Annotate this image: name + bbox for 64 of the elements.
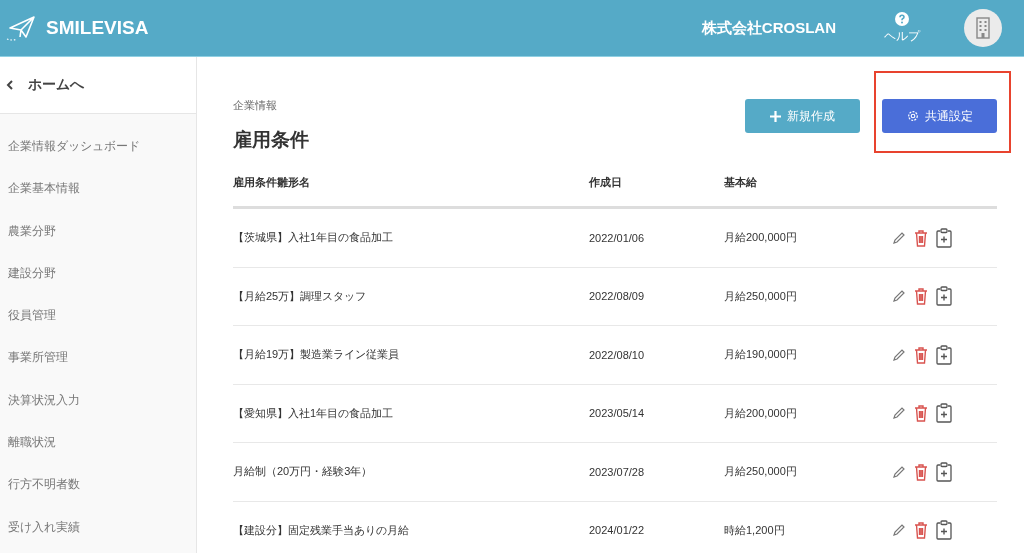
column-header: 基本給: [724, 175, 758, 190]
settings-button[interactable]: 共通設定: [882, 99, 997, 133]
pencil-icon[interactable]: [892, 406, 906, 421]
table-cell-text: 【月給25万】調理スタッフ: [233, 288, 368, 304]
home-link[interactable]: ホームへ: [0, 57, 196, 114]
table-cell-text: 2022/08/10: [589, 348, 646, 361]
trash-icon[interactable]: [914, 287, 928, 306]
clipboard-plus-icon[interactable]: [936, 403, 952, 424]
sidebar-item[interactable]: 農業分野: [0, 209, 196, 252]
table-cell-text: 月給190,000円: [724, 347, 798, 363]
table-cell-text: 【愛知県】入社1年目の食品加工: [233, 405, 395, 421]
table-cell-text: 時給1,200円: [724, 522, 786, 538]
table-cell-text: 2022/08/09: [589, 290, 646, 303]
table-cell-text: 【茨城県】入社1年目の食品加工: [233, 230, 395, 246]
sidebar-item[interactable]: 事業所管理: [0, 336, 196, 379]
table-cell-text: 2023/05/14: [589, 407, 646, 420]
help-button[interactable]: ヘルプ: [884, 11, 920, 45]
pencil-icon[interactable]: [892, 464, 906, 479]
table-cell-text: 【月給19万】製造業ライン従業員: [233, 347, 401, 363]
table-cell-text: 2024/01/22: [589, 524, 646, 537]
company-name: 株式会社CROSLAN: [701, 18, 836, 38]
clipboard-plus-icon[interactable]: [936, 286, 952, 307]
sidebar-item[interactable]: 行方不明者数: [0, 463, 196, 506]
trash-icon[interactable]: [914, 228, 928, 247]
table-cell-text: 月給制（20万円・経験3年）: [233, 464, 374, 480]
clipboard-plus-icon[interactable]: [936, 461, 952, 482]
table-cell-text: 月給250,000円: [724, 288, 798, 304]
sidebar-item[interactable]: 企業情報ダッシュボード: [0, 125, 196, 168]
sidebar-item[interactable]: 受け入れ実績: [0, 505, 196, 548]
column-header: 作成日: [589, 175, 623, 190]
column-header: 雇用条件雛形名: [233, 175, 311, 190]
building-icon: [975, 17, 991, 39]
chevron-left-icon: [6, 80, 14, 90]
trash-icon[interactable]: [914, 404, 928, 423]
plus-icon: [770, 110, 781, 122]
trash-icon[interactable]: [914, 521, 928, 540]
page-title: 雇用条件: [233, 128, 309, 152]
company-avatar[interactable]: [964, 9, 1002, 47]
sidebar-item[interactable]: 役員管理: [0, 294, 196, 337]
sidebar-item[interactable]: 離職状況: [0, 421, 196, 464]
settings-icon: [906, 110, 919, 122]
clipboard-plus-icon[interactable]: [936, 344, 952, 365]
table-cell-text: 2023/07/28: [589, 465, 646, 478]
paper-plane-icon: [6, 15, 36, 41]
breadcrumb: 企業情報: [233, 98, 278, 113]
clipboard-plus-icon[interactable]: [936, 520, 952, 541]
sidebar-item[interactable]: 企業基本情報: [0, 167, 196, 210]
table-cell-text: 【建設分】固定残業手当ありの月給: [233, 522, 410, 538]
pencil-icon[interactable]: [892, 347, 906, 362]
pencil-icon[interactable]: [892, 230, 906, 245]
table-cell-text: 月給200,000円: [724, 405, 798, 421]
sidebar-item[interactable]: 決算状況入力: [0, 378, 196, 422]
pencil-icon[interactable]: [892, 523, 906, 538]
trash-icon[interactable]: [914, 462, 928, 481]
app-logo-text: SMILEVISA: [46, 17, 149, 39]
table-cell-text: 月給200,000円: [724, 230, 798, 246]
trash-icon[interactable]: [914, 345, 928, 364]
pencil-icon[interactable]: [892, 289, 906, 304]
create-button[interactable]: 新規作成: [745, 99, 860, 133]
sidebar-item[interactable]: 建設分野: [0, 251, 196, 295]
clipboard-plus-icon[interactable]: [936, 227, 952, 248]
table-cell-text: 2022/01/06: [589, 231, 646, 244]
table-cell-text: 月給250,000円: [724, 464, 798, 480]
help-icon: [895, 11, 909, 26]
